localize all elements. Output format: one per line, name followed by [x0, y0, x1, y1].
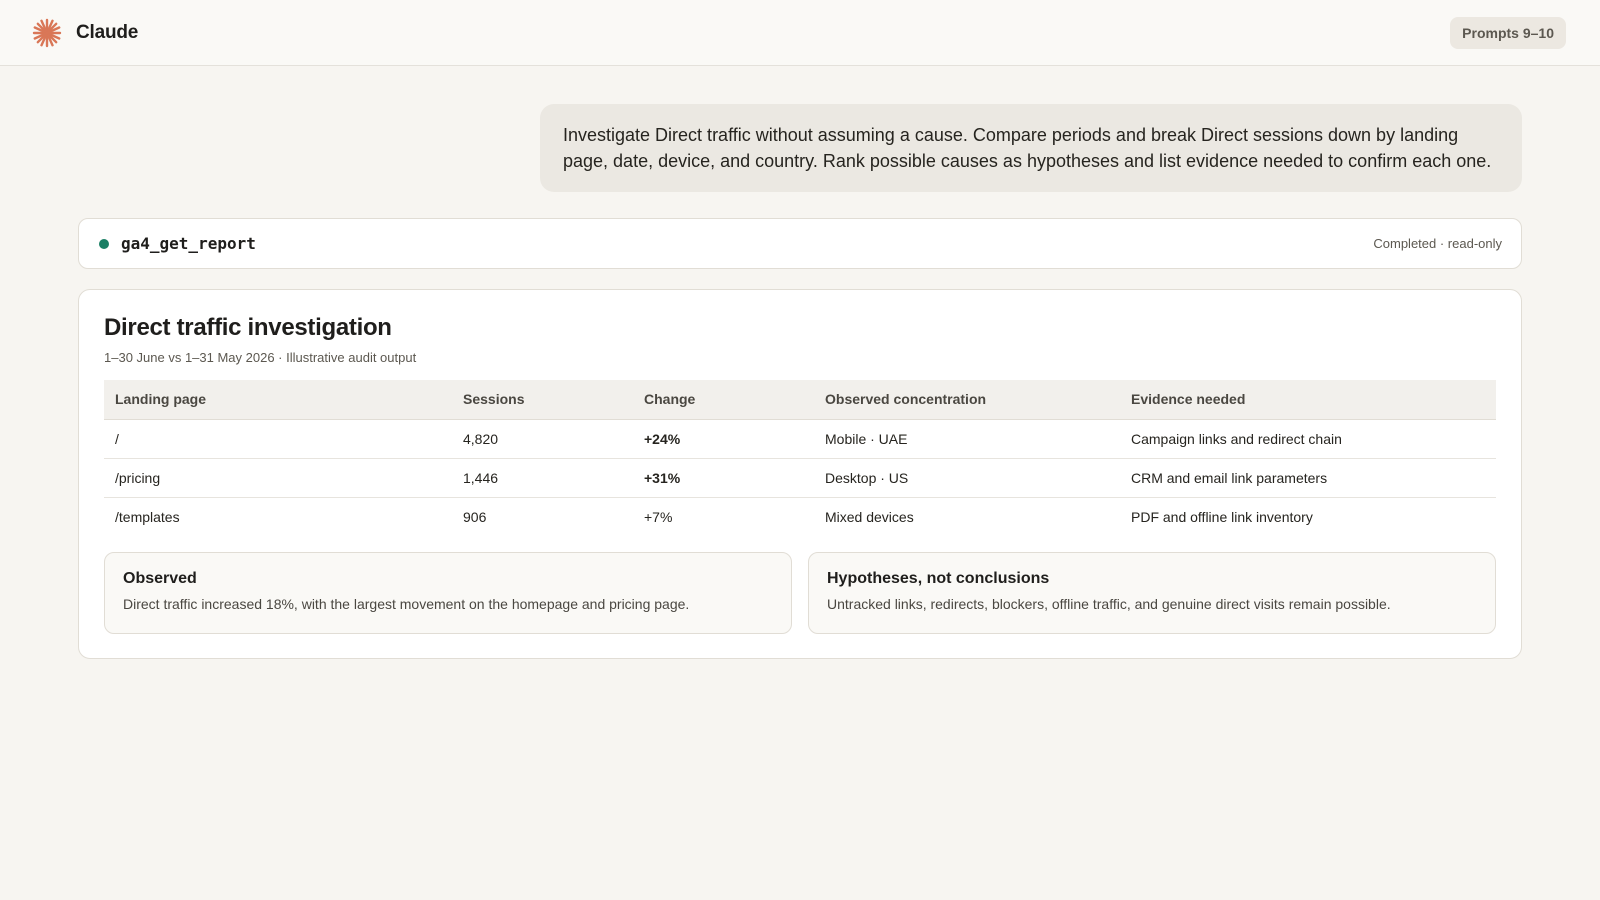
header-evidence-needed: Evidence needed: [1120, 380, 1496, 420]
table-row: /templates 906 +7% Mixed devices PDF and…: [104, 497, 1496, 536]
status-dot-icon: [99, 238, 109, 249]
report-subtitle: 1–30 June vs 1–31 May 2026 · Illustrativ…: [104, 350, 417, 365]
header-observed-concentration: Observed concentration: [814, 380, 1120, 420]
claude-logo-icon: [32, 18, 62, 47]
tool-name: ga4_get_report: [121, 234, 256, 253]
top-bar: Claude Prompts 9–10: [0, 0, 1600, 66]
summary-cards: Observed Direct traffic increased 18%, w…: [104, 552, 1496, 634]
cell-evidence: CRM and email link parameters: [1120, 458, 1496, 498]
header-sessions: Sessions: [452, 380, 633, 420]
cell-concentration: Mixed devices: [825, 508, 914, 525]
user-message-row: Investigate Direct traffic without assum…: [78, 104, 1522, 192]
prompts-badge: Prompts 9–10: [1450, 16, 1566, 49]
cell-sessions: 4,820: [452, 419, 633, 459]
cell-change: +24%: [633, 419, 814, 459]
user-message: Investigate Direct traffic without assum…: [540, 104, 1522, 192]
tool-call-card[interactable]: ga4_get_report Completed · read-only: [78, 218, 1522, 269]
cell-sessions: 906: [463, 508, 487, 525]
cell-change: +7%: [644, 508, 673, 525]
table-row: /pricing 1,446 +31% Desktop · US CRM and…: [104, 458, 1496, 498]
cell-sessions: 1,446: [452, 458, 633, 498]
header-change: Change: [633, 380, 814, 420]
hypotheses-card: Hypotheses, not conclusions Untracked li…: [808, 552, 1496, 634]
cell-concentration: Mobile · UAE: [814, 419, 1120, 459]
tool-status: Completed · read-only: [1373, 236, 1502, 251]
brand-name: Claude: [76, 21, 139, 43]
cell-evidence: Campaign links and redirect chain: [1120, 419, 1496, 459]
cell-landing-page: /pricing: [104, 458, 452, 498]
tool-call-left: ga4_get_report: [99, 234, 256, 253]
cell-landing-page: /: [104, 419, 452, 459]
table-header-row: Landing page Sessions Change Observed co…: [104, 380, 1496, 420]
hypotheses-body: Untracked links, redirects, blockers, of…: [827, 596, 1391, 612]
cell-concentration: Desktop · US: [814, 458, 1120, 498]
hypotheses-title: Hypotheses, not conclusions: [827, 570, 1050, 587]
cell-landing-page: /templates: [115, 508, 180, 525]
brand[interactable]: Claude: [32, 18, 138, 48]
report-title: Direct traffic investigation: [104, 314, 392, 341]
observed-card: Observed Direct traffic increased 18%, w…: [104, 552, 792, 634]
cell-change: +31%: [633, 458, 814, 498]
landing-page-table: Landing page Sessions Change Observed co…: [104, 380, 1496, 536]
header-landing-page: Landing page: [104, 380, 452, 420]
table-row: / 4,820 +24% Mobile · UAE Campaign links…: [104, 419, 1496, 459]
conversation: Investigate Direct traffic without assum…: [0, 66, 1600, 659]
report-card: Direct traffic investigation 1–30 June v…: [78, 289, 1522, 659]
observed-title: Observed: [123, 570, 197, 587]
observed-body: Direct traffic increased 18%, with the l…: [123, 596, 690, 612]
cell-evidence: PDF and offline link inventory: [1131, 508, 1313, 525]
